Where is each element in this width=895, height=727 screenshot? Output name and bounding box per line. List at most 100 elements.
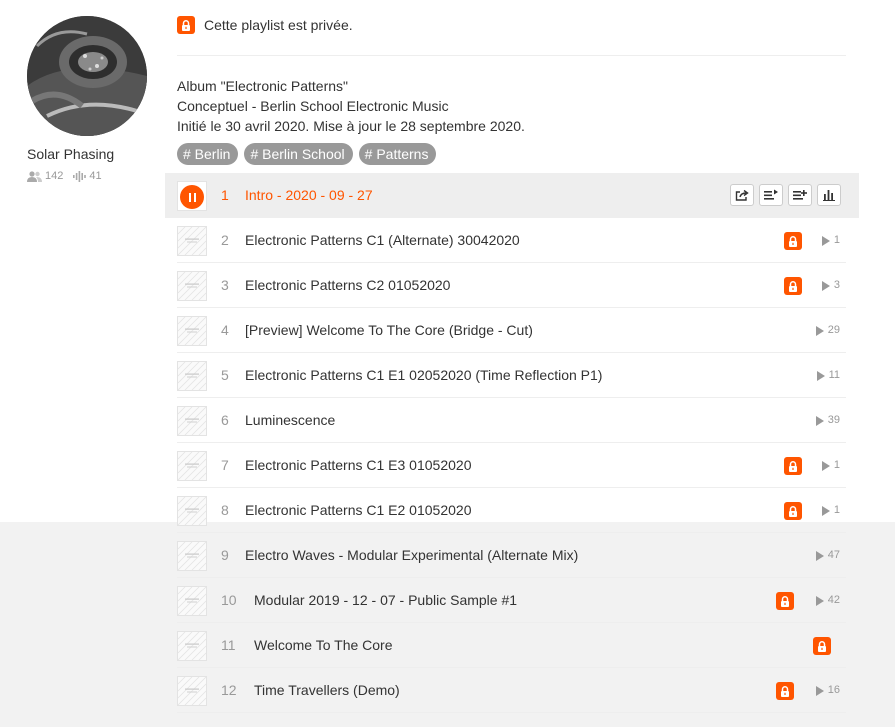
track-title[interactable]: Electronic Patterns C1 E1 02052020 (Time… — [245, 353, 602, 398]
play-count: 42 — [815, 578, 840, 623]
share-icon — [735, 189, 749, 201]
tracks-stat[interactable]: 41 — [73, 170, 102, 182]
track-number: 6 — [221, 412, 229, 428]
track-number: 5 — [221, 367, 229, 383]
pause-icon[interactable] — [180, 185, 204, 209]
track-number: 9 — [221, 547, 229, 563]
row-divider — [177, 712, 846, 713]
play-icon — [821, 505, 830, 516]
tag-list: # Berlin # Berlin School # Patterns — [177, 143, 437, 165]
track-title[interactable]: [Preview] Welcome To The Core (Bridge - … — [245, 308, 533, 353]
track-row[interactable]: 12 Time Travellers (Demo) 16 — [165, 668, 859, 713]
track-list: 1 Intro - 2020 - 09 - 27 2 Electronic Patte… — [165, 173, 859, 713]
tracks-count: 41 — [89, 170, 102, 182]
play-count: 1 — [821, 443, 840, 488]
track-artwork[interactable] — [177, 406, 207, 436]
track-artwork[interactable] — [177, 541, 207, 571]
track-title[interactable]: Electronic Patterns C1 E3 01052020 — [245, 443, 471, 488]
artist-name[interactable]: Solar Phasing — [27, 146, 147, 162]
track-number: 4 — [221, 322, 229, 338]
privacy-notice: Cette playlist est privée. — [177, 16, 353, 34]
playlist-description: Album "Electronic Patterns" Conceptuel -… — [177, 76, 525, 136]
track-title[interactable]: Welcome To The Core — [254, 623, 393, 668]
play-icon — [821, 460, 830, 471]
tag-patterns[interactable]: # Patterns — [358, 143, 437, 165]
track-row[interactable]: 6 Luminescence 39 — [165, 398, 859, 443]
track-number: 2 — [221, 232, 229, 248]
play-count-value: 42 — [827, 594, 840, 606]
track-row[interactable]: 7 Electronic Patterns C1 E3 01052020 1 — [165, 443, 859, 488]
artist-stats: 142 41 — [27, 170, 147, 182]
play-count-value: 11 — [828, 369, 840, 381]
track-title[interactable]: Electronic Patterns C2 01052020 — [245, 263, 450, 308]
track-artwork[interactable] — [177, 631, 207, 661]
track-title[interactable]: Intro - 2020 - 09 - 27 — [245, 173, 373, 218]
artist-avatar[interactable] — [27, 16, 147, 136]
lock-icon — [784, 502, 802, 520]
tag-berlin[interactable]: # Berlin — [177, 143, 239, 165]
followers-stat[interactable]: 142 — [27, 170, 63, 182]
track-number: 8 — [221, 502, 229, 518]
track-artwork[interactable] — [177, 496, 207, 526]
description-line: Album "Electronic Patterns" — [177, 78, 349, 94]
stats-icon — [823, 189, 835, 201]
track-artwork[interactable] — [177, 226, 207, 256]
play-icon — [815, 685, 824, 696]
track-row[interactable]: 3 Electronic Patterns C2 01052020 3 — [165, 263, 859, 308]
track-row[interactable]: 10 Modular 2019 - 12 - 07 - Public Sample… — [165, 578, 859, 623]
play-icon — [821, 235, 830, 246]
lock-icon — [177, 16, 195, 34]
play-count-value: 1 — [833, 459, 840, 471]
track-title[interactable]: Electronic Patterns C1 (Alternate) 30042… — [245, 218, 520, 263]
add-to-queue-icon — [793, 189, 807, 201]
track-artwork[interactable] — [177, 316, 207, 346]
lock-icon — [776, 682, 794, 700]
track-title[interactable]: Electro Waves - Modular Experimental (Al… — [245, 533, 578, 578]
play-next-button[interactable] — [759, 184, 783, 206]
play-count-value: 29 — [827, 324, 840, 336]
track-title[interactable]: Luminescence — [245, 398, 335, 443]
add-to-next-up-button[interactable] — [788, 184, 812, 206]
track-number: 12 — [221, 682, 237, 698]
track-title[interactable]: Electronic Patterns C1 E2 01052020 — [245, 488, 471, 533]
play-count: 1 — [821, 218, 840, 263]
play-icon — [821, 280, 830, 291]
stats-button[interactable] — [817, 184, 841, 206]
track-row[interactable]: 1 Intro - 2020 - 09 - 27 — [165, 173, 859, 218]
tag-berlin-school[interactable]: # Berlin School — [244, 143, 353, 165]
track-title[interactable]: Time Travellers (Demo) — [254, 668, 400, 713]
play-count-value: 39 — [827, 414, 840, 426]
track-row[interactable]: 11 Welcome To The Core — [165, 623, 859, 668]
track-number: 1 — [221, 187, 229, 203]
lock-icon — [776, 592, 794, 610]
track-row[interactable]: 9 Electro Waves - Modular Experimental (A… — [165, 533, 859, 578]
track-row[interactable]: 5 Electronic Patterns C1 E1 02052020 (Tim… — [165, 353, 859, 398]
track-artwork[interactable] — [177, 676, 207, 706]
play-count: 16 — [815, 668, 840, 713]
track-number: 7 — [221, 457, 229, 473]
divider — [177, 55, 846, 56]
lock-icon — [784, 232, 802, 250]
track-row[interactable]: 8 Electronic Patterns C1 E2 01052020 1 — [165, 488, 859, 533]
play-icon — [816, 370, 825, 381]
play-count-value: 1 — [833, 504, 840, 516]
track-actions — [730, 184, 841, 206]
description-line: Conceptuel - Berlin School Electronic Mu… — [177, 98, 449, 114]
play-count: 1 — [821, 488, 840, 533]
track-row[interactable]: 2 Electronic Patterns C1 (Alternate) 3004… — [165, 218, 859, 263]
play-count-value: 16 — [827, 684, 840, 696]
play-icon — [815, 325, 824, 336]
track-artwork[interactable] — [177, 361, 207, 391]
play-count: 39 — [815, 398, 840, 443]
artist-panel: Solar Phasing 142 41 — [27, 16, 147, 182]
play-count: 47 — [815, 533, 840, 578]
track-artwork[interactable] — [177, 271, 207, 301]
play-count: 29 — [815, 308, 840, 353]
track-artwork[interactable] — [177, 451, 207, 481]
track-row[interactable]: 4 [Preview] Welcome To The Core (Bridge -… — [165, 308, 859, 353]
play-icon — [815, 550, 824, 561]
track-title[interactable]: Modular 2019 - 12 - 07 - Public Sample #… — [254, 578, 517, 623]
description-line: Initié le 30 avril 2020. Mise à jour le … — [177, 118, 525, 134]
track-artwork[interactable] — [177, 586, 207, 616]
share-button[interactable] — [730, 184, 754, 206]
